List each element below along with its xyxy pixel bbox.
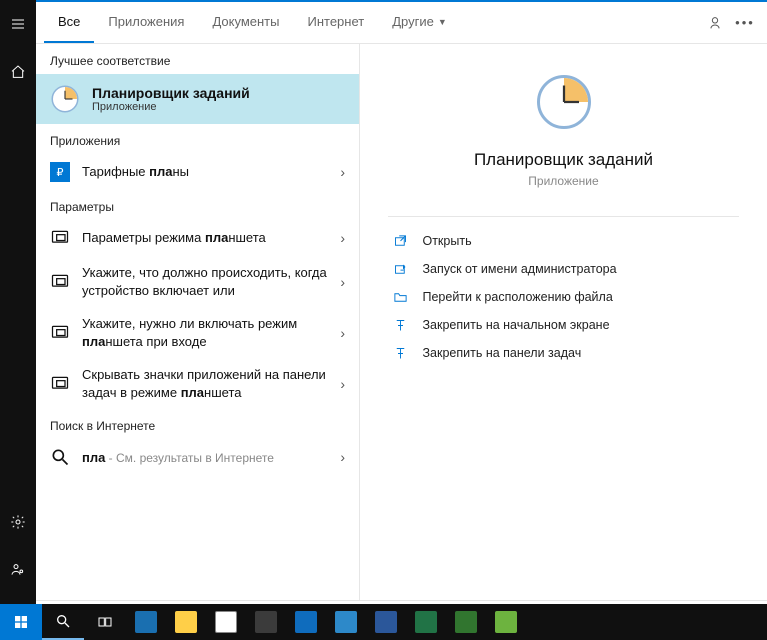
action-label: Закрепить на панели задач (422, 346, 581, 360)
taskbar-app-app3[interactable] (486, 604, 526, 640)
start-rail (0, 0, 36, 640)
group-web-header: Поиск в Интернете (36, 409, 359, 439)
result-label: Тарифные планы (82, 163, 328, 181)
taskbar-app-app2[interactable] (406, 604, 446, 640)
app-result-item[interactable]: ₽ Тарифные планы › (36, 154, 359, 190)
rail-home-button[interactable] (0, 54, 36, 90)
group-apps-header: Приложения (36, 124, 359, 154)
taskbar-app-mail[interactable] (286, 604, 326, 640)
open-icon (392, 233, 408, 249)
taskbar-app-explorer[interactable] (166, 604, 206, 640)
action-label: Запуск от имени администратора (422, 262, 616, 276)
app-tile-icon: ₽ (50, 162, 70, 182)
action-label: Закрепить на начальном экране (422, 318, 609, 332)
best-match-subtitle: Приложение (92, 101, 250, 113)
tablet-icon (50, 228, 70, 248)
taskbar-app-word[interactable] (366, 604, 406, 640)
pin-icon (392, 345, 408, 361)
chevron-down-icon: ▼ (438, 17, 447, 27)
web-result-item[interactable]: пла - См. результаты в Интернете › (36, 439, 359, 475)
folder-icon (392, 289, 408, 305)
result-label: Скрывать значки приложений на панели зад… (82, 366, 328, 401)
taskbar-app-edge[interactable] (126, 604, 166, 640)
taskbar-taskview-button[interactable] (84, 604, 126, 640)
results-list: Лучшее соответствие Планировщик заданий … (36, 44, 360, 600)
taskbar-app-store[interactable] (206, 604, 246, 640)
taskbar-search-button[interactable] (42, 604, 84, 640)
search-tabs: Все Приложения Документы Интернет Другие… (36, 2, 767, 44)
detail-pane: Планировщик заданий Приложение Открыть З… (360, 44, 767, 600)
action-open-location[interactable]: Перейти к расположению файла (388, 283, 738, 311)
group-best-match-header: Лучшее соответствие (36, 44, 359, 74)
action-label: Перейти к расположению файла (422, 290, 612, 304)
tab-all[interactable]: Все (44, 2, 94, 43)
detail-separator (388, 216, 738, 217)
chevron-right-icon: › (340, 274, 345, 290)
group-settings-header: Параметры (36, 190, 359, 220)
tablet-icon (50, 272, 70, 292)
taskbar-app-store2[interactable] (246, 604, 286, 640)
rail-menu-button[interactable] (0, 6, 36, 42)
tab-label: Все (58, 14, 80, 29)
detail-title: Планировщик заданий (474, 150, 653, 170)
more-options-icon[interactable]: ••• (737, 15, 753, 31)
search-icon (50, 447, 70, 467)
tab-more[interactable]: Другие ▼ (378, 2, 461, 43)
admin-icon (392, 261, 408, 277)
chevron-right-icon: › (340, 230, 345, 246)
search-panel: Все Приложения Документы Интернет Другие… (36, 0, 767, 640)
task-scheduler-icon (534, 72, 594, 132)
action-label: Открыть (422, 234, 471, 248)
taskbar-app-app1[interactable] (326, 604, 366, 640)
tab-label: Интернет (307, 14, 364, 29)
chevron-right-icon: › (340, 325, 345, 341)
tab-apps[interactable]: Приложения (94, 2, 198, 43)
action-run-as-admin[interactable]: Запуск от имени администратора (388, 255, 738, 283)
best-match-item[interactable]: Планировщик заданий Приложение (36, 74, 359, 124)
chevron-right-icon: › (340, 376, 345, 392)
best-match-title: Планировщик заданий (92, 85, 250, 101)
tab-label: Документы (212, 14, 279, 29)
chevron-right-icon: › (340, 449, 345, 465)
result-label: Параметры режима планшета (82, 229, 328, 247)
settings-result-item[interactable]: Укажите, нужно ли включать режим планшет… (36, 307, 359, 358)
taskbar (0, 604, 767, 640)
action-open[interactable]: Открыть (388, 227, 738, 255)
settings-result-item[interactable]: Укажите, что должно происходить, когда у… (36, 256, 359, 307)
result-label: Укажите, что должно происходить, когда у… (82, 264, 328, 299)
detail-subtitle: Приложение (528, 174, 598, 188)
rail-account-button[interactable] (0, 552, 36, 588)
tab-label: Другие (392, 14, 434, 29)
taskbar-app-project[interactable] (446, 604, 486, 640)
rail-settings-button[interactable] (0, 504, 36, 540)
feedback-icon[interactable] (707, 15, 723, 31)
tablet-icon (50, 323, 70, 343)
tab-web[interactable]: Интернет (293, 2, 378, 43)
tablet-icon (50, 374, 70, 394)
action-pin-taskbar[interactable]: Закрепить на панели задач (388, 339, 738, 367)
settings-result-item[interactable]: Скрывать значки приложений на панели зад… (36, 358, 359, 409)
chevron-right-icon: › (340, 164, 345, 180)
pin-icon (392, 317, 408, 333)
result-label: пла - См. результаты в Интернете (82, 449, 328, 467)
action-pin-start[interactable]: Закрепить на начальном экране (388, 311, 738, 339)
task-scheduler-icon (50, 84, 80, 114)
settings-result-item[interactable]: Параметры режима планшета › (36, 220, 359, 256)
start-button[interactable] (0, 604, 42, 640)
tab-documents[interactable]: Документы (198, 2, 293, 43)
result-label: Укажите, нужно ли включать режим планшет… (82, 315, 328, 350)
tab-label: Приложения (108, 14, 184, 29)
